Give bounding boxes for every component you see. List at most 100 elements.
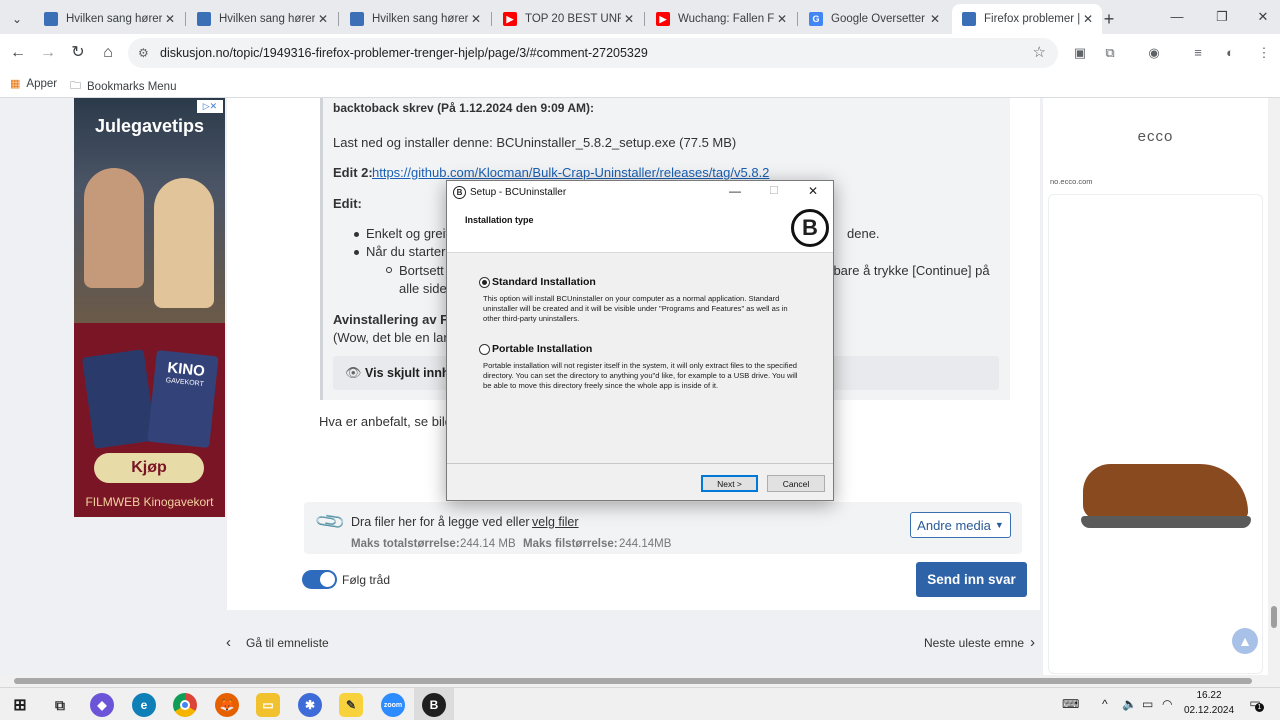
other-media-button[interactable]: Andre media ▼ bbox=[910, 512, 1011, 538]
zoom-icon[interactable]: zoom bbox=[381, 693, 405, 717]
wifi-icon[interactable]: ◠ bbox=[1162, 697, 1172, 711]
scrollbar-thumb[interactable] bbox=[1271, 606, 1277, 628]
attachment-area[interactable]: 📎 Dra filer her for å legge ved eller ve… bbox=[304, 502, 1022, 554]
standard-install-radio[interactable] bbox=[479, 277, 490, 288]
vertical-scrollbar[interactable] bbox=[1268, 98, 1280, 675]
person-icon bbox=[44, 12, 58, 26]
tab-close-icon[interactable]: ✕ bbox=[621, 12, 637, 26]
settings-icon[interactable]: ✱ bbox=[298, 693, 322, 717]
new-tab-button[interactable]: + bbox=[1096, 4, 1122, 34]
ad-left-banner[interactable]: Julegavetips ▷✕ KINO GAVEKORT Kjøp FILMW… bbox=[74, 98, 225, 517]
submit-reply-button[interactable]: Send inn svar bbox=[916, 562, 1027, 597]
scroll-top-icon[interactable]: ▲ bbox=[1232, 628, 1258, 654]
sub-bullet-text: Bortsett bbox=[399, 263, 444, 278]
clock-time[interactable]: 16.22 bbox=[1180, 690, 1238, 701]
ad-domain: no.ecco.com bbox=[1050, 177, 1093, 186]
caret-down-icon: ▼ bbox=[994, 520, 1004, 530]
edge-icon[interactable]: e bbox=[132, 693, 156, 717]
ad-buy-button[interactable]: Kjøp bbox=[94, 453, 204, 483]
scrollbar-thumb[interactable] bbox=[14, 678, 1252, 684]
ad-product-card bbox=[1048, 194, 1263, 674]
forward-icon[interactable]: → bbox=[36, 41, 60, 65]
tab-close-icon[interactable]: ✕ bbox=[1080, 12, 1096, 26]
standard-install-label[interactable]: Standard Installation bbox=[492, 276, 596, 288]
choose-files-link[interactable]: velg filer bbox=[532, 515, 579, 529]
profile-icon[interactable]: ◐ bbox=[1220, 43, 1240, 63]
tab-title: Hvilken sang hører d bbox=[66, 13, 162, 25]
portable-install-label[interactable]: Portable Installation bbox=[492, 343, 592, 355]
cancel-button[interactable]: Cancel bbox=[767, 475, 825, 492]
adchoices-icon[interactable]: ▷✕ bbox=[197, 100, 223, 113]
home-icon[interactable]: ⌂ bbox=[96, 41, 120, 65]
chevron-down-icon: ⌄ bbox=[11, 12, 23, 26]
dialog-titlebar[interactable]: B Setup - BCUninstaller — ☐ ✕ bbox=[447, 181, 833, 205]
bookmark-star-icon[interactable]: ☆ bbox=[1033, 43, 1046, 61]
portable-install-radio[interactable] bbox=[479, 344, 490, 355]
browser-tab[interactable]: ▶ TOP 20 BEST UNREA✕ bbox=[493, 4, 643, 34]
extension-icon[interactable]: ▣ bbox=[1070, 43, 1090, 63]
tab-strip: ⌄ Hvilken sang hører d ✕ Hvilken sang høre… bbox=[0, 0, 1280, 34]
address-bar[interactable]: ⚙ diskusjon.no/topic/1949316-firefox-pro… bbox=[128, 38, 1058, 68]
paperclip-icon: 📎 bbox=[314, 505, 348, 539]
menu-icon[interactable]: ⋮ bbox=[1254, 43, 1274, 63]
battery-icon[interactable]: ▭ bbox=[1142, 697, 1153, 711]
apps-grid-icon: ▦ bbox=[10, 78, 21, 90]
minimize-icon[interactable]: — bbox=[1162, 6, 1192, 28]
chevron-left-icon[interactable]: ‹ bbox=[226, 634, 231, 651]
eye-icon: 👁 bbox=[345, 365, 362, 380]
start-icon[interactable]: ⊞ bbox=[8, 693, 32, 717]
tab-search-button[interactable]: ⌄ bbox=[0, 4, 34, 34]
tab-close-icon[interactable]: ✕ bbox=[162, 12, 178, 26]
tab-close-icon[interactable]: ✕ bbox=[468, 12, 484, 26]
browser-tab[interactable]: G Google Oversetter ✕ bbox=[799, 4, 949, 34]
horizontal-scrollbar[interactable] bbox=[0, 675, 1280, 687]
max-file-value: 244.14MB bbox=[619, 538, 672, 550]
sticky-notes-icon[interactable]: ✎ bbox=[339, 693, 363, 717]
task-view-icon[interactable]: ⧉ bbox=[48, 693, 72, 717]
chrome-icon[interactable] bbox=[173, 693, 197, 717]
close-window-icon[interactable]: ✕ bbox=[1248, 6, 1278, 28]
tab-title: Firefox problemer | T bbox=[984, 13, 1080, 25]
chevron-up-icon[interactable]: ^ bbox=[1102, 697, 1108, 711]
tab-close-icon[interactable]: ✕ bbox=[774, 12, 790, 26]
clock-date[interactable]: 02.12.2024 bbox=[1180, 705, 1238, 716]
notification-icon[interactable]: ▭ 1 bbox=[1246, 696, 1264, 714]
chevron-right-icon[interactable]: › bbox=[1030, 634, 1035, 651]
back-to-topics-link[interactable]: Gå til emneliste bbox=[246, 636, 329, 650]
restore-icon[interactable]: ❐ bbox=[1207, 6, 1237, 28]
minimize-icon[interactable]: — bbox=[729, 184, 741, 198]
copilot-icon[interactable]: ◆ bbox=[90, 693, 114, 717]
browser-tab[interactable]: Hvilken sang hører d ✕ bbox=[187, 4, 337, 34]
keyboard-icon[interactable]: ⌨ bbox=[1062, 697, 1079, 711]
next-unread-link[interactable]: Neste uleste emne bbox=[924, 636, 1024, 650]
follow-toggle[interactable] bbox=[302, 570, 337, 589]
browser-tab[interactable]: Hvilken sang hører d ✕ bbox=[34, 4, 184, 34]
site-info-icon[interactable]: ⚙ bbox=[138, 46, 154, 60]
back-icon[interactable]: ← bbox=[6, 41, 30, 65]
firefox-icon[interactable]: 🦊 bbox=[215, 693, 239, 717]
incognito-icon[interactable]: ◉ bbox=[1144, 43, 1164, 63]
bookmark-apps[interactable]: ▦ Apper bbox=[10, 77, 57, 91]
puzzle-icon[interactable]: ⧉ bbox=[1100, 43, 1120, 63]
reload-icon[interactable]: ↻ bbox=[66, 41, 90, 65]
bcuninstaller-icon: B bbox=[453, 186, 466, 199]
volume-icon[interactable]: 🔈 bbox=[1122, 697, 1137, 711]
tab-close-icon[interactable]: ✕ bbox=[927, 12, 943, 26]
media-icon[interactable]: ≡ bbox=[1188, 43, 1208, 63]
close-icon[interactable]: ✕ bbox=[808, 184, 818, 198]
browser-tab[interactable]: Firefox problemer | T ✕ bbox=[952, 4, 1102, 34]
file-explorer-icon[interactable]: ▭ bbox=[256, 693, 280, 717]
ad-brand-logo: ecco bbox=[1137, 128, 1174, 145]
browser-tab[interactable]: ▶ Wuchang: Fallen Fea✕ bbox=[646, 4, 796, 34]
bookmark-menu[interactable]: 🗀 Bookmarks Menu bbox=[70, 77, 176, 96]
bcuninstaller-icon[interactable]: B bbox=[422, 693, 446, 717]
tab-title: Google Oversetter bbox=[831, 13, 925, 25]
tab-close-icon[interactable]: ✕ bbox=[315, 12, 331, 26]
browser-tab[interactable]: Hvilken sang hører d ✕ bbox=[340, 4, 490, 34]
next-button[interactable]: Next > bbox=[701, 475, 758, 492]
reply-text: Hva er anbefalt, se bild bbox=[319, 414, 452, 429]
max-file-label: Maks filstørrelse: bbox=[523, 538, 618, 550]
github-link[interactable]: https://github.com/Klocman/Bulk-Crap-Uni… bbox=[372, 165, 769, 180]
ad-right-banner[interactable]: ecco no.ecco.com ▲ bbox=[1043, 98, 1268, 675]
bookmark-label: Bookmarks Menu bbox=[87, 80, 177, 93]
